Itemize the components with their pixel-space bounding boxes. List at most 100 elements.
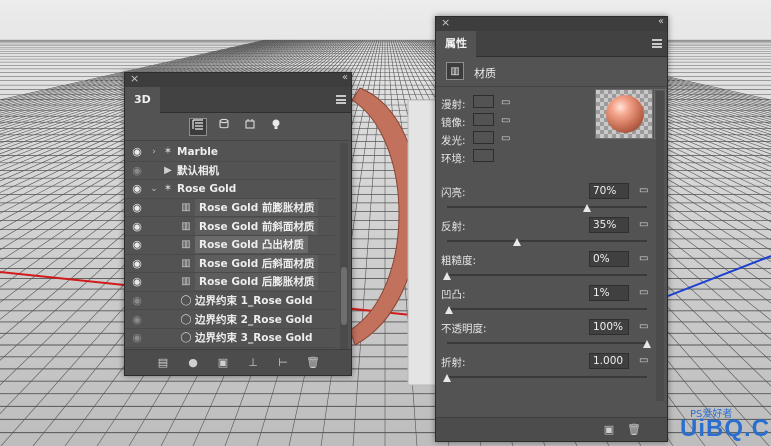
specular-label: 镜像: <box>441 117 466 129</box>
tree-row-camera[interactable]: ◉ ▶ 默认相机 <box>125 162 335 181</box>
light-filter-icon[interactable] <box>267 118 285 136</box>
visibility-eye-icon[interactable]: ◉ <box>125 313 149 326</box>
visibility-eye-icon[interactable]: ◉ <box>125 275 149 288</box>
material-filter-icon[interactable] <box>241 118 259 136</box>
tree-row-constraint[interactable]: ◉ ◯ 边界约束 3_Rose Gold <box>125 329 335 348</box>
specular-folder-icon[interactable]: ▭ <box>501 116 513 126</box>
property-value-field[interactable]: 35% <box>589 217 629 233</box>
property-slider-thumb[interactable] <box>445 306 453 314</box>
property-slider-track[interactable] <box>447 206 647 208</box>
trash-icon[interactable]: 🗑 <box>626 422 642 438</box>
object-star-icon: ✶ <box>163 183 173 195</box>
visibility-eye-icon[interactable]: ◉ <box>125 220 149 233</box>
tree-row-constraint[interactable]: ◉ ◯ 边界约束 2_Rose Gold <box>125 310 335 329</box>
tree-row-label: 边界约束 1_Rose Gold <box>195 295 313 308</box>
property-slider-track[interactable] <box>447 274 647 276</box>
tree-row-material[interactable]: ◉ ▥ Rose Gold 前斜面材质 <box>125 217 335 236</box>
render-icon[interactable]: ▣ <box>601 422 617 438</box>
property-slider-track[interactable] <box>447 342 647 344</box>
property-slider-thumb[interactable] <box>583 204 591 212</box>
scrollbar-thumb[interactable] <box>341 267 347 325</box>
property-folder-icon[interactable]: ▭ <box>639 254 651 264</box>
property-slider-thumb[interactable] <box>513 238 521 246</box>
mesh-filter-icon[interactable] <box>215 118 233 136</box>
light-add-icon[interactable]: ● <box>185 355 201 371</box>
property-slider-thumb[interactable] <box>443 374 451 382</box>
scene-filter-row <box>125 113 351 141</box>
tree-row-constraint[interactable]: ◉ ◯ 边界约束 1_Rose Gold <box>125 292 335 311</box>
diffuse-folder-icon[interactable]: ▭ <box>501 98 513 108</box>
property-label: 粗糙度: <box>441 255 477 267</box>
material-preview[interactable] <box>595 89 653 139</box>
panel-3d-tabbar: 3D <box>125 87 351 113</box>
tree-row-material-selected[interactable]: ◉ ▥ Rose Gold 凸出材质 <box>125 236 335 255</box>
properties-scrollbar[interactable] <box>656 91 664 401</box>
close-icon[interactable]: × <box>130 72 139 85</box>
visibility-eye-icon[interactable]: ◉ <box>125 182 149 195</box>
property-label: 闪亮: <box>441 187 466 199</box>
ambient-color-swatch[interactable] <box>473 149 494 162</box>
property-value-field[interactable]: 100% <box>589 319 629 335</box>
panel-menu-icon[interactable] <box>652 39 662 48</box>
visibility-eye-icon[interactable]: ◉ <box>125 294 149 307</box>
panel-menu-icon[interactable] <box>336 95 346 104</box>
property-slider-track[interactable] <box>447 308 647 310</box>
render-icon[interactable]: ▣ <box>215 355 231 371</box>
property-value-field[interactable]: 0% <box>589 251 629 267</box>
tab-properties[interactable]: 属性 <box>436 31 476 57</box>
tree-row-label: Rose Gold 凸出材质 <box>195 236 308 254</box>
property-slider-thumb[interactable] <box>443 272 451 280</box>
panel-3d-topbar: × ‹‹ <box>125 72 351 87</box>
visibility-eye-icon[interactable]: ◉ <box>125 201 149 214</box>
ambient-label: 环境: <box>441 153 466 165</box>
property-folder-icon[interactable]: ▭ <box>639 288 651 298</box>
property-label: 不透明度: <box>441 323 487 335</box>
illumination-folder-icon[interactable]: ▭ <box>501 134 513 144</box>
scene-filter-icon[interactable] <box>189 118 207 136</box>
tree-row-rose-gold[interactable]: ◉ ⌄ ✶ Rose Gold <box>125 180 335 199</box>
visibility-eye-icon[interactable]: ◉ <box>125 145 149 158</box>
property-folder-icon[interactable]: ▭ <box>639 322 651 332</box>
property-value-field[interactable]: 70% <box>589 183 629 199</box>
property-folder-icon[interactable]: ▭ <box>639 356 651 366</box>
visibility-eye-icon[interactable]: ◉ <box>125 238 149 251</box>
material-drop-icon[interactable]: ▤ <box>155 355 171 371</box>
constraint-icon[interactable]: ⊥ <box>245 355 261 371</box>
tree-row-material[interactable]: ◉ ▥ Rose Gold 前膨胀材质 <box>125 199 335 218</box>
camera-icon: ▶ <box>164 164 172 176</box>
circle-icon: ◯ <box>180 313 192 325</box>
property-slider-track[interactable] <box>447 240 647 242</box>
tree-row-label: 默认相机 <box>177 164 219 177</box>
illumination-color-swatch[interactable] <box>473 131 494 144</box>
tree-row-marble[interactable]: ◉ › ✶ Marble <box>125 143 335 162</box>
property-slider-thumb[interactable] <box>643 340 651 348</box>
property-label: 凹凸: <box>441 289 466 301</box>
material-icon: ▥ <box>446 62 464 80</box>
property-folder-icon[interactable]: ▭ <box>639 220 651 230</box>
tree-row-label: Rose Gold 后斜面材质 <box>195 254 319 272</box>
properties-title: 材质 <box>474 67 496 80</box>
properties-panel: × ‹‹ 属性 ▥ 材质 漫射: ▭ 镜像: ▭ 发光: ▭ 环境: ⌄ 闪亮:… <box>435 16 668 442</box>
visibility-eye-icon[interactable]: ◉ <box>125 257 149 270</box>
property-value-field[interactable]: 1.000 <box>589 353 629 369</box>
tree-row-label: Rose Gold 后膨胀材质 <box>195 273 319 291</box>
expand-caret-icon[interactable]: › <box>149 147 159 157</box>
tab-3d[interactable]: 3D <box>125 87 160 113</box>
visibility-eye-icon[interactable]: ◉ <box>125 164 149 177</box>
collapse-icon[interactable]: ‹‹ <box>658 16 664 27</box>
tree-row-material[interactable]: ◉ ▥ Rose Gold 后斜面材质 <box>125 254 335 274</box>
diffuse-color-swatch[interactable] <box>473 95 494 108</box>
tree-row-material[interactable]: ◉ ▥ Rose Gold 后膨胀材质 <box>125 273 335 292</box>
property-folder-icon[interactable]: ▭ <box>639 186 651 196</box>
property-label: 折射: <box>441 357 466 369</box>
close-icon[interactable]: × <box>441 16 450 29</box>
tree-scrollbar[interactable] <box>340 143 348 349</box>
property-slider-track[interactable] <box>447 376 647 378</box>
specular-color-swatch[interactable] <box>473 113 494 126</box>
new-object-icon[interactable]: ⊢ <box>275 355 291 371</box>
visibility-eye-icon[interactable]: ◉ <box>125 331 149 344</box>
trash-icon[interactable]: 🗑 <box>305 355 321 371</box>
collapse-icon[interactable]: ‹‹ <box>342 72 348 83</box>
property-value-field[interactable]: 1% <box>589 285 629 301</box>
expand-caret-icon[interactable]: ⌄ <box>149 184 159 194</box>
